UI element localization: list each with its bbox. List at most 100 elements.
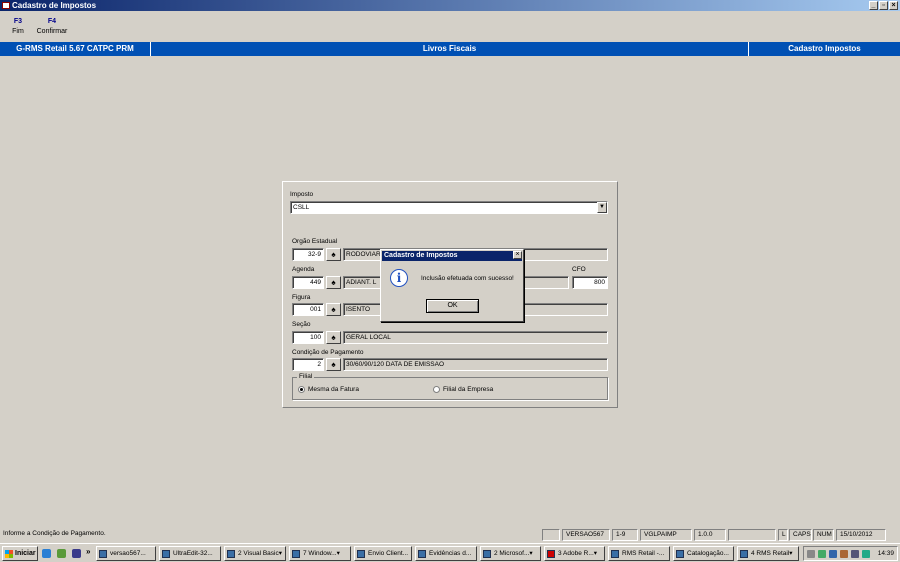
clock[interactable]: 14:39 <box>878 547 894 560</box>
task-label: 2 Microsof... <box>494 550 530 557</box>
start-label: Iniciar <box>15 550 36 557</box>
tray-icon[interactable] <box>807 550 815 558</box>
start-button[interactable]: Iniciar <box>2 546 38 561</box>
system-tray: 14:39 <box>803 546 898 561</box>
secao-desc-field: GERAL LOCAL <box>343 331 608 344</box>
binoculars-icon[interactable]: ♠ <box>326 248 341 261</box>
chevron-right-icon[interactable]: » <box>86 547 90 556</box>
app-icon <box>740 550 748 558</box>
fim-button[interactable]: F3 Fim <box>8 18 28 35</box>
agenda-label: Agenda <box>292 266 315 273</box>
secao-code-input[interactable]: 100 <box>292 331 324 344</box>
quicklaunch-icon[interactable] <box>72 549 81 558</box>
tray-icon[interactable] <box>851 550 859 558</box>
taskbar: Iniciar » versao567... UltraEdit-32... 2… <box>0 543 900 562</box>
quicklaunch-icon[interactable] <box>57 549 66 558</box>
task-button[interactable]: Envio Client... <box>354 546 412 561</box>
task-button[interactable]: Catalogação... <box>673 546 734 561</box>
radio-filial-empresa[interactable] <box>433 386 440 393</box>
condicao-label: Condição de Pagamento <box>292 349 364 356</box>
task-label: Catalogação... <box>687 550 729 557</box>
secao-label: Seção <box>292 321 311 328</box>
status-index: 1-9 <box>612 529 638 541</box>
function-toolbar: F3 Fim F4 Confirmar <box>0 11 900 41</box>
mesma-fatura-label: Mesma da Fatura <box>308 386 359 393</box>
task-label: 4 RMS Retail <box>751 550 790 557</box>
filial-label: Filial <box>297 373 315 380</box>
status-panel-empty <box>728 529 776 541</box>
message-dialog: Cadastro de Impostos × i Inclusão efetua… <box>380 249 524 322</box>
f3-key-label: F3 <box>13 18 23 25</box>
binoculars-icon[interactable]: ♠ <box>326 303 341 316</box>
orgao-label: Orgão Estadual <box>292 238 338 245</box>
task-label: 3 Adobe R... <box>558 550 594 557</box>
task-button[interactable]: 7 Window...▾ <box>289 546 351 561</box>
task-label: Evidências d... <box>429 550 472 557</box>
tray-icon[interactable] <box>829 550 837 558</box>
confirmar-label: Confirmar <box>36 28 68 35</box>
condicao-desc-field: 30/60/90/120 DATA DE EMISSAO <box>343 358 608 371</box>
window-titlebar: Cadastro de Impostos <box>0 0 900 11</box>
module-label: Livros Fiscais <box>422 44 477 53</box>
windows-logo-icon <box>5 550 13 558</box>
binoculars-icon[interactable]: ♠ <box>326 331 341 344</box>
dialog-message: Inclusão efetuada com sucesso! <box>421 275 514 282</box>
confirmar-button[interactable]: F4 Confirmar <box>36 18 68 35</box>
chevron-down-icon[interactable]: ▼ <box>597 202 607 213</box>
status-version: VERSAO567 <box>562 529 610 541</box>
minimize-button[interactable]: _ <box>869 1 878 10</box>
close-window-button[interactable]: × <box>889 1 898 10</box>
task-button[interactable]: 2 Visual Basic▾ <box>224 546 286 561</box>
f4-key-label: F4 <box>47 18 57 25</box>
task-button[interactable]: 2 Microsof...▾ <box>480 546 541 561</box>
module-banner: G-RMS Retail 5.67 CATPC PRM Livros Fisca… <box>0 42 900 56</box>
tray-icon[interactable] <box>818 550 826 558</box>
app-icon <box>357 550 365 558</box>
task-button[interactable]: 3 Adobe R...▾ <box>544 546 605 561</box>
task-button[interactable]: versao567... <box>96 546 156 561</box>
product-label: G-RMS Retail 5.67 CATPC PRM <box>16 44 134 53</box>
task-label: 2 Visual Basic <box>238 550 279 557</box>
ie-icon[interactable] <box>42 549 51 558</box>
task-button[interactable]: Evidências d... <box>415 546 477 561</box>
app-icon <box>611 550 619 558</box>
status-message: Informe a Condição de Pagamento. <box>3 530 106 537</box>
status-program: VGLPAIMP <box>640 529 692 541</box>
task-label: 7 Window... <box>303 550 337 557</box>
task-button[interactable]: UltraEdit-32... <box>159 546 221 561</box>
app-icon <box>676 550 684 558</box>
orgao-code-input[interactable]: 32-9 <box>292 248 324 261</box>
status-date: 15/10/2012 <box>836 529 886 541</box>
dialog-title: Cadastro de Impostos <box>382 251 522 261</box>
task-label: UltraEdit-32... <box>173 550 213 557</box>
screen-label: Cadastro Impostos <box>788 44 861 53</box>
binoculars-icon[interactable]: ♠ <box>326 276 341 289</box>
task-button[interactable]: 4 RMS Retail▾ <box>737 546 799 561</box>
cfo-input[interactable]: 800 <box>572 276 608 289</box>
tray-icon[interactable] <box>862 550 870 558</box>
cfo-label: CFO <box>572 266 586 273</box>
window-title: Cadastro de Impostos <box>12 1 97 10</box>
figura-code-input[interactable]: 001 <box>292 303 324 316</box>
status-panel-empty <box>542 529 560 541</box>
radio-mesma-fatura[interactable] <box>298 386 305 393</box>
task-label: RMS Retail -... <box>622 550 665 557</box>
ok-button[interactable]: OK <box>426 299 479 313</box>
filial-empresa-label: Filial da Empresa <box>443 386 494 393</box>
condicao-code-input[interactable]: 2 <box>292 358 324 371</box>
app-icon <box>483 550 491 558</box>
task-label: Envio Client... <box>368 550 409 557</box>
restore-button[interactable]: ▫ <box>879 1 888 10</box>
status-num: NUM <box>813 529 834 541</box>
app-icon <box>227 550 235 558</box>
tray-icon[interactable] <box>840 550 848 558</box>
imposto-label: Imposto <box>290 191 314 198</box>
fim-label: Fim <box>12 28 24 35</box>
status-bar: Informe a Condição de Pagamento. VERSAO5… <box>0 528 900 542</box>
close-icon[interactable]: × <box>513 251 522 259</box>
task-button[interactable]: RMS Retail -... <box>608 546 670 561</box>
binoculars-icon[interactable]: ♠ <box>326 358 341 371</box>
app-icon <box>547 550 555 558</box>
agenda-code-input[interactable]: 449 <box>292 276 324 289</box>
imposto-select[interactable]: CSLL <box>290 201 608 214</box>
